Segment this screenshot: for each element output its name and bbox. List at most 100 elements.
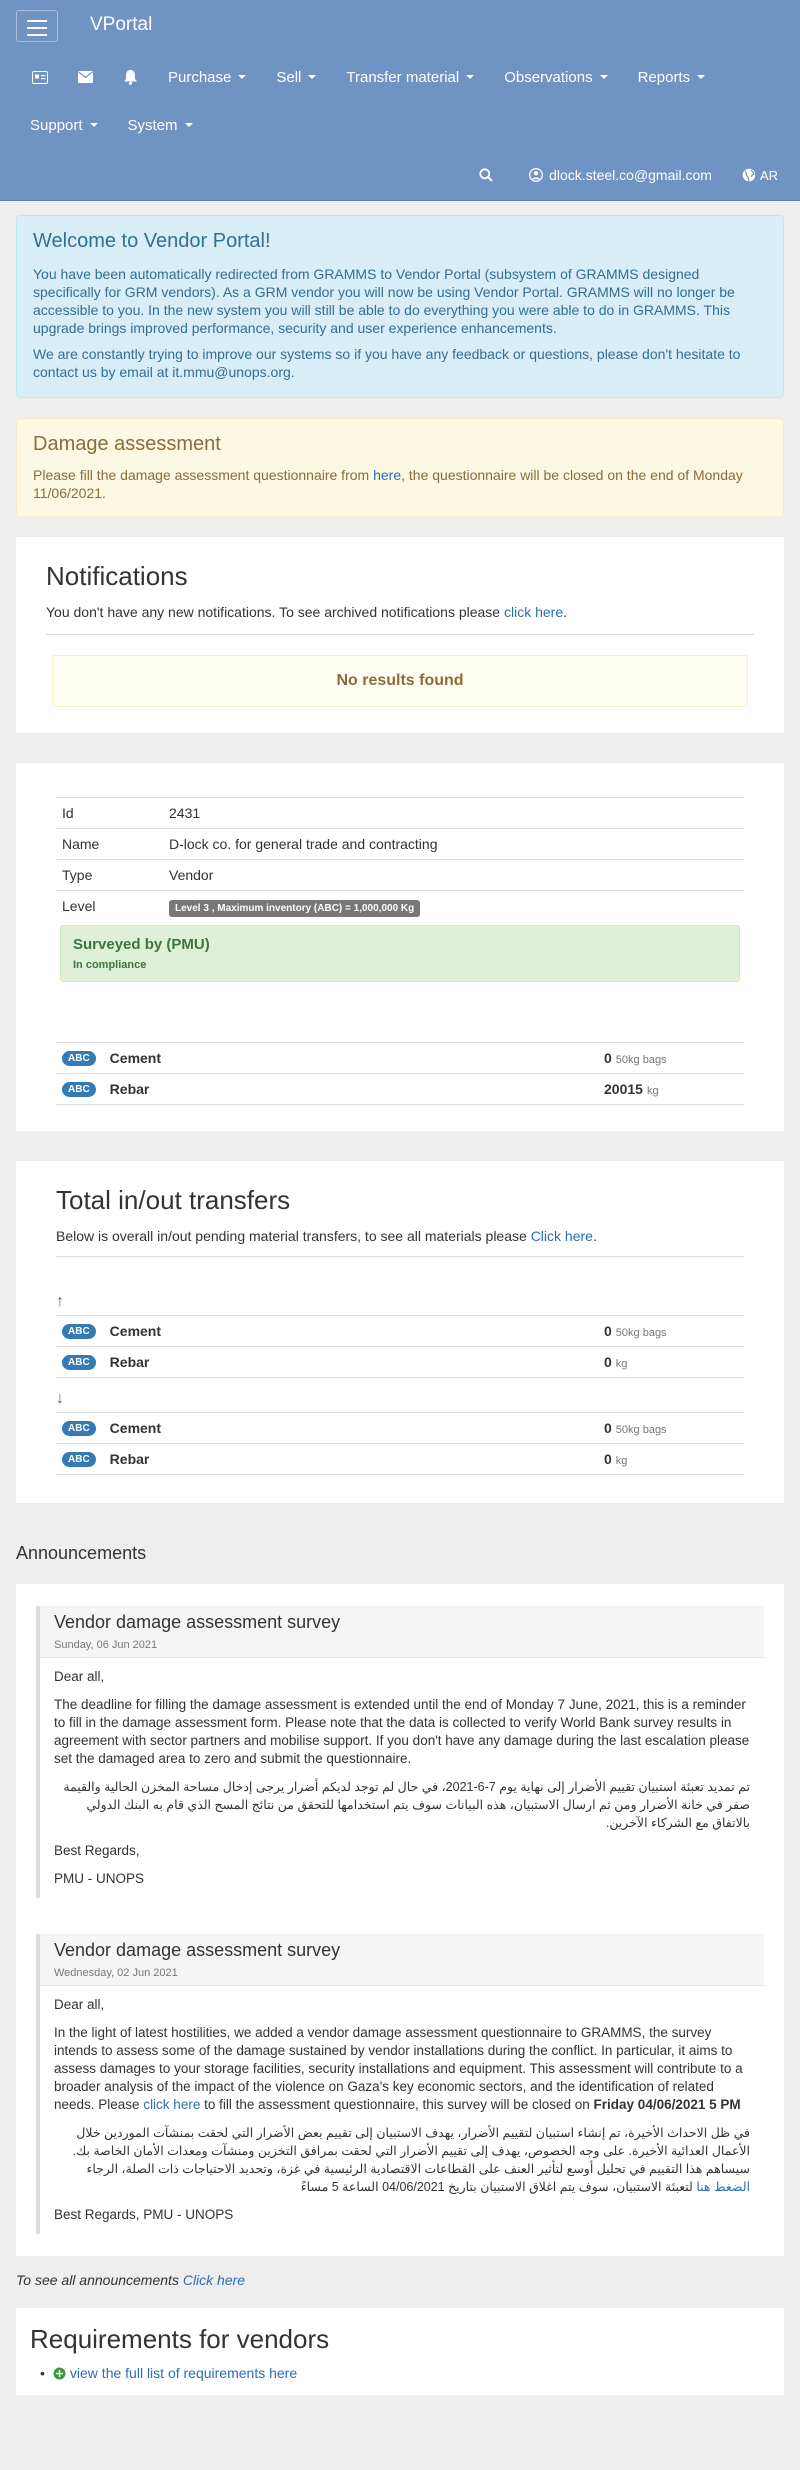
announcement-text-after: to fill the assessment questionnaire, th… [200, 2097, 594, 2112]
survey-status-box: Surveyed by (PMU) In compliance [60, 925, 740, 982]
arabic-questionnaire-link[interactable]: الضغط هنا [696, 2180, 750, 2194]
transfers-panel: Total in/out transfers Below is overall … [16, 1161, 784, 1503]
caret-down-icon [308, 75, 317, 79]
vendor-type-label: Type [56, 859, 163, 891]
announcement-date: Wednesday, 02 Jun 2021 [54, 1967, 178, 1979]
notifications-title: Notifications [46, 561, 188, 591]
nav-transfer-material-label: Transfer material [346, 68, 460, 86]
nav-sell[interactable]: Sell [276, 69, 317, 86]
top-navbar: VPortal Purchase Sell Transfer material … [0, 0, 800, 201]
caret-down-icon [599, 75, 608, 79]
caret-down-icon [184, 123, 193, 127]
see-all-text: To see all announcements [16, 2272, 183, 2288]
plus-circle-icon [53, 2367, 66, 2379]
vendor-id-value: 2431 [163, 797, 744, 829]
menu-toggle-button[interactable] [16, 10, 58, 42]
announcement-date: Sunday, 06 Jun 2021 [54, 1639, 158, 1651]
material-unit: 50kg bags [615, 1054, 667, 1066]
damage-text: Please fill the damage assessment questi… [33, 466, 767, 502]
material-qty: 0 [604, 1050, 612, 1066]
announcement-header: Vendor damage assessment survey Wednesda… [40, 1934, 764, 1986]
surveyed-title: Surveyed by (PMU) [73, 936, 210, 953]
material-qty: 20015 [604, 1081, 643, 1097]
material-qty: 0 [604, 1451, 612, 1467]
envelope-icon[interactable] [78, 71, 93, 83]
material-name: Rebar [109, 1354, 150, 1370]
vendor-info-panel: Id 2431 Name D-lock co. for general trade … [16, 763, 784, 1131]
nav-system[interactable]: System [128, 117, 193, 134]
transfers-text: Below is overall in/out pending material… [56, 1228, 597, 1244]
transfers-title: Total in/out transfers [56, 1185, 291, 1215]
notifications-text: You don't have any new notifications. To… [46, 604, 568, 620]
see-all-announcements-link[interactable]: Click here [183, 2272, 245, 2288]
announcements-heading: Announcements [16, 1543, 147, 1563]
list-item: ABC Rebar 0 kg [56, 1444, 744, 1475]
list-item: ABC Cement 0 50kg bags [56, 1412, 744, 1444]
damage-assessment-alert: Damage assessment Please fill the damage… [16, 418, 784, 517]
nav-support[interactable]: Support [30, 117, 98, 134]
material-qty: 0 [604, 1420, 612, 1436]
list-item: ABC Rebar 0 kg [56, 1347, 744, 1378]
id-card-icon[interactable] [32, 70, 48, 84]
material-name: Cement [109, 1420, 162, 1436]
vendor-level-badge: Level 3 , Maximum inventory (ABC) = 1,00… [169, 900, 421, 917]
damage-here-link[interactable]: here [373, 467, 401, 483]
caret-down-icon [89, 123, 98, 127]
material-badge: ABC [62, 1050, 96, 1066]
announcement-body: Dear all, In the light of latest hostili… [40, 1986, 764, 2234]
material-qty: 0 [604, 1354, 612, 1370]
damage-title: Damage assessment [33, 433, 221, 455]
material-badge: ABC [62, 1354, 96, 1370]
material-unit: kg [615, 1358, 628, 1370]
vendor-id-label: Id [56, 797, 163, 829]
material-name: Cement [109, 1323, 162, 1339]
arabic-text-before: في ظل الاحداث الأخيرة، تم إنشاء استبيان … [72, 2126, 750, 2176]
nav-reports-label: Reports [637, 68, 691, 86]
bell-icon[interactable] [123, 69, 138, 85]
language-switch[interactable]: AR [742, 168, 778, 183]
transfers-text-body: Below is overall in/out pending material… [56, 1228, 531, 1244]
arrow-up-icon: ↑ [56, 1293, 64, 1310]
user-icon [529, 168, 544, 182]
questionnaire-link[interactable]: click here [143, 2097, 200, 2112]
nav-transfer-material[interactable]: Transfer material [346, 68, 475, 86]
announcement-deadline: Friday 04/06/2021 5 PM [593, 2097, 741, 2112]
announcement-card: Vendor damage assessment survey Wednesda… [36, 1934, 764, 2234]
welcome-alert: Welcome to Vendor Portal! You have been … [16, 215, 784, 398]
material-name: Rebar [109, 1081, 150, 1097]
announcement-card: Vendor damage assessment survey Sunday, … [36, 1606, 764, 1898]
vendor-type-value: Vendor [163, 859, 744, 891]
requirements-link[interactable]: view the full list of requirements here [70, 2365, 297, 2381]
list-item: ABC Rebar 20015 kg [56, 1074, 744, 1105]
all-materials-link[interactable]: Click here [531, 1228, 593, 1244]
arabic-text-after: لتعبئة الاستبيان، سوف يتم اغلاق الاستبيا… [300, 2180, 697, 2194]
material-badge: ABC [62, 1323, 96, 1339]
requirements-list-item: • view the full list of requirements her… [40, 2365, 770, 2381]
nav-observations[interactable]: Observations [504, 68, 608, 86]
compliance-status: In compliance [73, 959, 147, 971]
caret-down-icon [466, 75, 475, 79]
announcement-arabic-text: في ظل الاحداث الأخيرة، تم إنشاء استبيان … [54, 2124, 750, 2196]
language-label: AR [759, 167, 778, 183]
damage-text-before: Please fill the damage assessment questi… [33, 467, 374, 483]
nav-observations-label: Observations [504, 68, 593, 86]
nav-purchase[interactable]: Purchase [168, 69, 247, 86]
vendor-info-table: Id 2431 Name D-lock co. for general trade … [56, 797, 744, 921]
list-item: ABC Cement 0 50kg bags [56, 1315, 744, 1347]
announcement-title: Vendor damage assessment survey [54, 1612, 341, 1632]
arrow-down-icon: ↓ [56, 1390, 64, 1407]
material-name: Rebar [109, 1451, 150, 1467]
bullet: • [40, 2365, 45, 2381]
search-icon[interactable] [479, 168, 493, 182]
announcements-panel: Vendor damage assessment survey Sunday, … [16, 1584, 784, 2256]
brand-logo[interactable]: VPortal [90, 14, 152, 36]
announcement-signature: PMU - UNOPS [54, 1871, 145, 1886]
announcement-header: Vendor damage assessment survey Sunday, … [40, 1606, 764, 1658]
nav-reports[interactable]: Reports [638, 69, 706, 86]
material-badge: ABC [62, 1081, 96, 1097]
archived-notifications-link[interactable]: click here [504, 604, 563, 620]
material-qty: 0 [604, 1323, 612, 1339]
announcement-greeting: Dear all, [54, 1669, 105, 1684]
no-results-message: No results found [52, 655, 748, 707]
user-menu[interactable]: dlock.steel.co@gmail.com [529, 167, 712, 183]
